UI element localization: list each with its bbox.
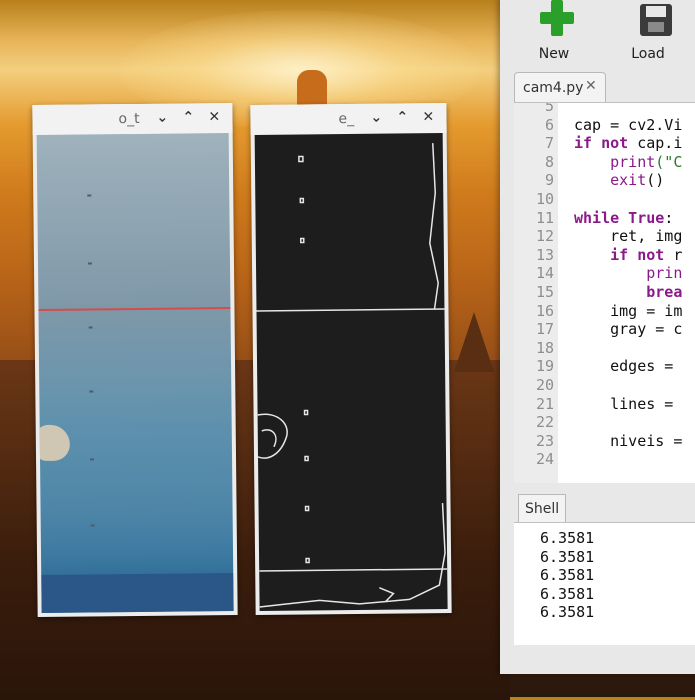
code-line: brea — [574, 283, 682, 301]
camera-blob — [36, 424, 71, 462]
camera-window[interactable]: o_t ⌄ ⌃ ✕ — [32, 102, 238, 618]
detected-level-line — [38, 306, 231, 312]
code-line: cap = cv2.Vi — [574, 116, 682, 134]
temple-spire — [454, 312, 494, 372]
code-line: print("C — [574, 153, 682, 171]
code-editor[interactable]: 5 6 cap = cv2.Vi 7 if not cap.i 8 print("C 9 e… — [514, 102, 695, 483]
shell-output-line: 6.3581 — [540, 584, 595, 603]
code-line: if not r — [574, 246, 682, 264]
plus-icon — [540, 0, 574, 36]
code-function: print — [574, 152, 656, 171]
edges-window-title: e_ — [338, 110, 355, 128]
line-number: 17 — [535, 320, 554, 339]
camera-window-title: o_t — [118, 110, 140, 128]
tab-cam4[interactable]: cam4.py ✕ — [514, 72, 606, 103]
code-line: ret, img — [574, 227, 682, 245]
edge-map — [256, 143, 448, 608]
line-number: 7 — [544, 134, 554, 153]
code-text: r — [664, 245, 683, 264]
code-string: ("C — [655, 152, 683, 171]
line-number: 18 — [535, 338, 554, 357]
line-number: 5 — [544, 102, 554, 115]
shell-console[interactable]: 6.3581 6.3581 6.3581 6.3581 6.3581 — [514, 522, 695, 645]
line-number: 14 — [535, 264, 554, 283]
edges-window[interactable]: e_ ⌄ ⌃ ✕ — [250, 102, 452, 616]
line-number: 22 — [535, 413, 554, 432]
line-number: 19 — [535, 357, 554, 376]
shell-tab-label: Shell — [525, 501, 560, 517]
code-text: : — [664, 208, 674, 227]
line-number: 13 — [535, 245, 554, 264]
code-keyword: brea — [574, 283, 683, 301]
code-text: ret, img — [574, 227, 683, 246]
close-tab-icon[interactable]: ✕ — [585, 78, 597, 94]
code-line: lines = — [574, 395, 673, 413]
line-number: 11 — [535, 208, 554, 227]
load-icon — [640, 4, 672, 36]
edges-frame — [254, 133, 448, 611]
code-line: img = im — [574, 302, 682, 320]
window-menu-icon[interactable]: ⌄ — [156, 110, 168, 126]
code-line: if not cap.i — [574, 134, 682, 152]
edges-window-titlebar[interactable]: e_ ⌄ ⌃ ✕ — [250, 102, 447, 136]
tab-shell[interactable]: Shell — [518, 494, 566, 523]
code-keyword: if not — [574, 245, 665, 264]
camera-window-titlebar[interactable]: o_t ⌄ ⌃ ✕ — [32, 102, 233, 136]
ide-window[interactable]: New Load cam4.py ✕ 5 6 cap = cv2.Vi 7 if not… — [500, 0, 695, 674]
code-text: () — [646, 171, 665, 190]
shell-output-line: 6.3581 — [540, 603, 595, 622]
line-number: 6 — [544, 115, 554, 134]
line-number: 10 — [535, 190, 554, 208]
code-keyword: if not — [574, 134, 629, 153]
code-line: gray = c — [574, 320, 682, 338]
code-keyword: while True — [574, 208, 665, 227]
code-line: niveis = — [574, 432, 682, 450]
window-menu-icon[interactable]: ⌄ — [370, 110, 382, 126]
line-number: 24 — [535, 450, 554, 469]
line-number: 15 — [535, 283, 554, 301]
code-text: niveis = — [574, 431, 683, 450]
line-number: 20 — [535, 376, 554, 394]
line-number: 21 — [535, 394, 554, 413]
load-button-label: Load — [631, 46, 665, 62]
shell-output-line: 6.3581 — [540, 566, 595, 585]
maximize-icon[interactable]: ⌃ — [396, 109, 408, 125]
code-text: lines = — [574, 394, 674, 413]
code-text: img = im — [574, 301, 683, 320]
code-line: exit() — [574, 171, 664, 189]
code-text: cap.i — [628, 134, 683, 153]
code-text: gray = c — [574, 320, 683, 339]
line-number: 16 — [535, 301, 554, 320]
code-text: edges = — [574, 357, 674, 376]
close-icon[interactable]: ✕ — [422, 109, 434, 125]
code-line: while True: — [574, 209, 673, 227]
code-function: exit — [574, 171, 647, 190]
water-band — [41, 572, 234, 613]
shell-output-line: 6.3581 — [540, 547, 595, 566]
tab-filename: cam4.py — [523, 80, 584, 96]
camera-frame — [36, 133, 234, 613]
new-button[interactable]: New — [524, 0, 584, 64]
code-line: edges = — [574, 357, 673, 375]
line-number: 9 — [544, 171, 554, 190]
line-number: 8 — [544, 152, 554, 171]
line-number: 12 — [535, 227, 554, 246]
new-button-label: New — [538, 46, 570, 62]
code-text: cap = cv2.Vi — [574, 115, 683, 134]
line-number: 23 — [535, 431, 554, 450]
code-line: prin — [574, 264, 682, 282]
close-icon[interactable]: ✕ — [208, 109, 220, 125]
load-button[interactable]: Load — [618, 0, 678, 64]
maximize-icon[interactable]: ⌃ — [182, 109, 194, 125]
shell-output-line: 6.3581 — [540, 529, 595, 547]
code-function: prin — [574, 264, 683, 283]
